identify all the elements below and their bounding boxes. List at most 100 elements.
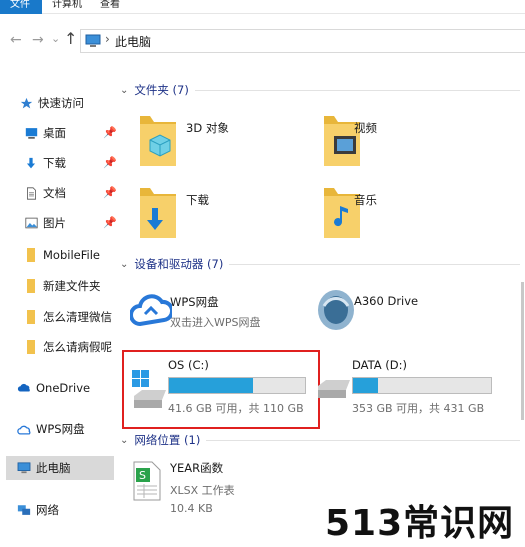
pin-icon[interactable]: 📌 [103,126,117,139]
downloads-folder-icon [140,188,176,238]
xlsx-file-icon: S [133,461,161,501]
tab-file[interactable]: 文件 [0,0,42,14]
wps-cloud-icon [130,294,172,327]
sidebar-item-sick-leave[interactable]: 怎么请病假呢 [23,335,118,359]
sidebar-item-label: 桌面 [43,126,66,140]
computer-icon [85,34,101,47]
group-title: 设备和驱动器 (7) [134,257,224,271]
tile-subtitle: XLSX 工作表 [170,484,235,497]
group-divider [206,439,520,441]
folder-tile-3d-objects[interactable]: 3D 对象 [136,110,316,174]
sidebar-item-label: MobileFile [43,248,100,262]
sidebar-item-pictures[interactable]: 图片 📌 [23,211,118,235]
group-header-devices[interactable]: ⌄ 设备和驱动器 (7) [120,256,520,272]
folder-tile-videos[interactable]: 视频 [320,110,500,174]
group-divider [229,263,520,265]
tile-label: OS (C:) [168,358,209,372]
content-pane: ⌄ 文件夹 (7) 3D 对象 视频 下载 音乐 ⌄ 设备和驱动器 (7) WP… [118,70,525,547]
group-divider [194,89,520,91]
star-icon [18,95,34,111]
device-tile-a360-drive[interactable]: A360 Drive [314,280,504,344]
folder-icon [23,309,39,325]
sidebar-item-wps-cloud[interactable]: WPS网盘 [16,417,118,441]
address-bar[interactable]: › 此电脑 [80,29,525,53]
folder-icon [23,278,39,294]
group-title: 文件夹 (7) [134,83,189,97]
sidebar-item-clean-wechat[interactable]: 怎么清理微信 [23,305,118,329]
drive-usage-fill [169,378,254,393]
folder-tile-music[interactable]: 音乐 [320,182,500,246]
folder-icon [23,247,39,263]
sidebar-item-downloads[interactable]: 下载 📌 [23,151,118,175]
device-tile-wps-cloud[interactable]: WPS网盘 双击进入WPS网盘 [126,280,316,344]
sidebar-item-mobilefile[interactable]: MobileFile [23,243,118,267]
ribbon: 文件 计算机 查看 [0,0,525,14]
sidebar-item-label: 此电脑 [36,461,71,475]
folder-icon [23,339,39,355]
sidebar-item-onedrive[interactable]: OneDrive [16,376,118,400]
sidebar-item-label: 怎么请病假呢 [43,340,112,354]
group-header-folders[interactable]: ⌄ 文件夹 (7) [120,82,520,98]
windows-drive-icon [132,370,166,408]
tile-label: 3D 对象 [186,121,229,135]
network-icon [16,502,32,518]
tile-label: 视频 [354,121,377,135]
file-size: 10.4 KB [170,502,213,515]
group-title: 网络位置 (1) [134,433,201,447]
folder-tile-downloads[interactable]: 下载 [136,182,316,246]
3d-objects-folder-icon [140,116,176,166]
sidebar-item-label: 文档 [43,186,66,200]
sidebar-item-label: 快速访问 [38,96,84,110]
sidebar-item-label: 网络 [36,503,59,517]
breadcrumb-this-pc[interactable]: 此电脑 [115,33,151,50]
recent-locations-button[interactable]: ⌄ [51,32,60,45]
tile-label: A360 Drive [354,294,419,308]
breadcrumb-separator: › [105,32,110,46]
tile-label: WPS网盘 [170,295,219,309]
forward-button[interactable]: → [32,32,44,48]
chevron-down-icon: ⌄ [120,84,129,96]
navigation-pane: 快速访问 桌面 📌 下载 📌 文档 📌 图片 📌 MobileFile 新建文件… [0,84,118,547]
tile-label: 下载 [186,193,209,207]
watermark: 513常识网 [325,503,515,544]
address-row: ← → ⌄ ↑ › 此电脑 [0,26,525,56]
sidebar-item-label: OneDrive [36,381,91,395]
device-tile-os-c[interactable]: OS (C:) 41.6 GB 可用，共 110 GB [128,352,318,426]
drive-usage-bar [352,377,492,394]
sidebar-item-quick-access[interactable]: 快速访问 [18,91,118,115]
computer-icon [16,460,32,476]
pin-icon[interactable]: 📌 [103,216,117,229]
sidebar-item-this-pc[interactable]: 此电脑 [6,456,114,480]
sidebar-item-network[interactable]: 网络 [16,498,118,522]
up-button[interactable]: ↑ [64,29,77,48]
svg-text:S: S [139,469,146,482]
desktop-icon [23,125,39,141]
sidebar-item-new-folder[interactable]: 新建文件夹 [23,274,118,298]
device-tile-data-d[interactable]: DATA (D:) 353 GB 可用，共 431 GB [316,352,506,426]
tile-label: YEAR函数 [170,461,224,475]
tile-subtitle: 41.6 GB 可用，共 110 GB [168,402,304,415]
sidebar-item-label: WPS网盘 [36,422,85,436]
network-item-year-function[interactable]: S YEAR函数 XLSX 工作表 10.4 KB [132,456,322,522]
tab-view[interactable]: 查看 [100,0,120,10]
drive-usage-bar [168,377,306,394]
back-button[interactable]: ← [10,32,22,48]
tab-computer[interactable]: 计算机 [52,0,82,10]
chevron-down-icon: ⌄ [120,434,129,446]
tile-label: 音乐 [354,193,377,207]
pin-icon[interactable]: 📌 [103,156,117,169]
document-icon [23,185,39,201]
tile-subtitle: 353 GB 可用，共 431 GB [352,402,485,415]
wps-cloud-icon [16,421,32,437]
tile-subtitle: 双击进入WPS网盘 [170,316,261,329]
vertical-scrollbar[interactable] [515,282,525,420]
pin-icon[interactable]: 📌 [103,186,117,199]
pictures-icon [23,215,39,231]
group-header-network[interactable]: ⌄ 网络位置 (1) [120,432,520,448]
download-icon [23,155,39,171]
sidebar-item-label: 新建文件夹 [43,279,101,293]
sidebar-item-documents[interactable]: 文档 📌 [23,181,118,205]
sidebar-item-label: 下载 [43,156,66,170]
sidebar-item-desktop[interactable]: 桌面 📌 [23,121,118,145]
hard-drive-icon [318,380,350,398]
